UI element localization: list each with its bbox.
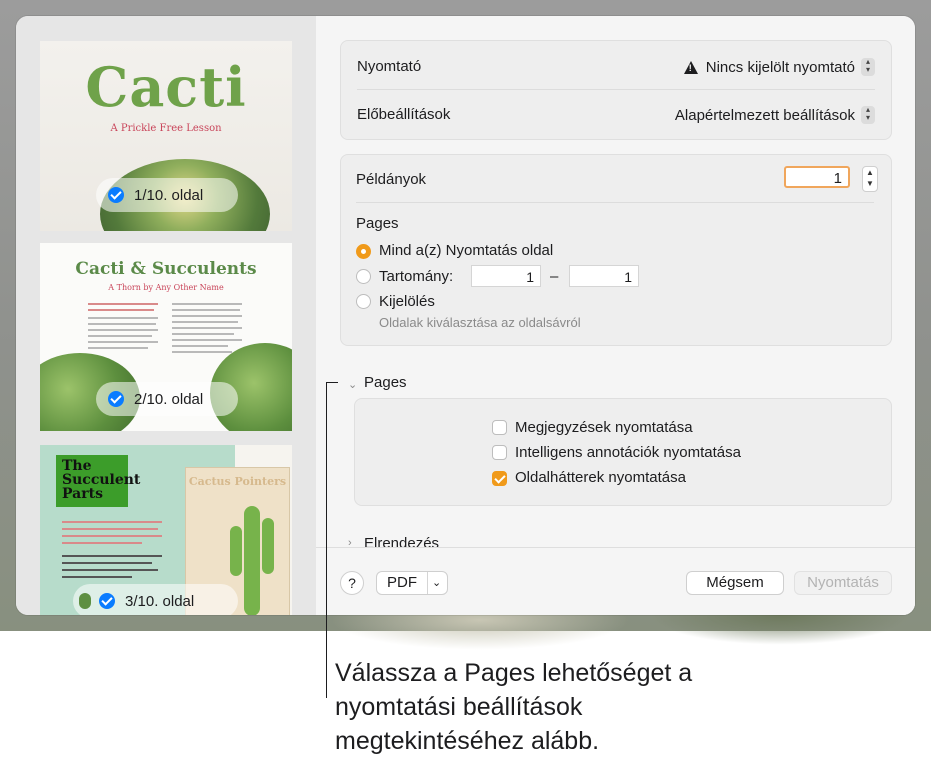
pages-heading: Pages xyxy=(356,215,399,232)
text-line xyxy=(172,351,232,353)
page-label: 3/10. oldal xyxy=(125,592,195,610)
copies-input[interactable]: 1 xyxy=(784,166,850,188)
printer-card: Nyomtató Nincs kijelölt nyomtató ▴▾ Előb… xyxy=(340,40,892,140)
chevron-down-icon[interactable]: ⌄ xyxy=(348,378,357,391)
page-thumbnail-2[interactable]: Cacti & Succulents A Thorn by Any Other … xyxy=(40,243,292,431)
cactus-illustration xyxy=(244,506,260,615)
divider xyxy=(427,572,428,594)
callout-text: Válassza a Pages lehetőséget a nyomtatás… xyxy=(335,659,693,755)
page-thumbnails-sidebar[interactable]: Cacti A Prickle Free Lesson 1/10. oldal … xyxy=(16,16,316,615)
poster-title: Cactus Pointers xyxy=(188,475,287,488)
presets-value: Alapértelmezett beállítások xyxy=(674,106,855,124)
text-line xyxy=(62,521,162,523)
stepper-down-icon[interactable]: ▼ xyxy=(863,178,877,189)
range-dash: – xyxy=(550,268,559,285)
text-line xyxy=(172,315,242,317)
text-line xyxy=(172,327,242,329)
text-line xyxy=(88,347,148,349)
text-line xyxy=(88,303,158,305)
pages-selection-radio[interactable] xyxy=(356,294,371,309)
checkmark-icon xyxy=(108,187,124,203)
checkmark-icon xyxy=(108,391,124,407)
page-selection-pill[interactable]: 3/10. oldal xyxy=(73,584,238,615)
page-thumbnail-1[interactable]: Cacti A Prickle Free Lesson 1/10. oldal xyxy=(40,41,292,231)
text-line xyxy=(172,309,240,311)
text-line xyxy=(172,339,242,341)
pages-all-radio[interactable] xyxy=(356,244,371,259)
print-dialog: Cacti A Prickle Free Lesson 1/10. oldal … xyxy=(16,16,915,615)
checkmark-icon xyxy=(99,593,115,609)
print-settings-panel: Nyomtató Nincs kijelölt nyomtató ▴▾ Előb… xyxy=(316,16,915,615)
text-line xyxy=(88,329,158,331)
presets-label: Előbeállítások xyxy=(357,106,451,123)
thumbnail-subtitle: A Thorn by Any Other Name xyxy=(108,283,224,292)
dialog-footer: ? PDF ⌄ Mégsem Nyomtatás xyxy=(316,547,915,615)
pages-section-heading[interactable]: Pages xyxy=(364,374,407,391)
text-line xyxy=(88,317,158,319)
copies-label: Példányok xyxy=(356,171,427,188)
warning-icon xyxy=(683,60,698,74)
text-line xyxy=(62,576,132,578)
updown-chevron-icon: ▴ ▾ xyxy=(861,106,875,124)
thumbnail-title-box: The Succulent Parts xyxy=(56,455,140,507)
print-comments-checkbox[interactable] xyxy=(492,420,507,435)
range-from-input[interactable]: 1 xyxy=(471,265,541,287)
print-smart-annotations-checkbox[interactable] xyxy=(492,445,507,460)
text-line xyxy=(88,341,158,343)
print-comments-label: Megjegyzések nyomtatása xyxy=(515,419,693,436)
printer-value: Nincs kijelölt nyomtató xyxy=(705,58,855,76)
divider xyxy=(356,202,874,203)
callout-line xyxy=(326,382,338,383)
presets-popup[interactable]: Alapértelmezett beállítások ▴ ▾ xyxy=(675,106,875,124)
text-line xyxy=(62,562,152,564)
page-label: 1/10. oldal xyxy=(134,186,204,204)
text-line xyxy=(172,345,228,347)
divider xyxy=(357,89,875,90)
stepper-up-icon[interactable]: ▲ xyxy=(863,167,877,178)
text-line xyxy=(62,528,158,530)
text-line xyxy=(172,321,238,323)
cactus-icon xyxy=(79,593,91,609)
print-backgrounds-checkbox[interactable] xyxy=(492,471,507,486)
text-line xyxy=(62,569,158,571)
copies-stepper[interactable]: ▲ ▼ xyxy=(862,166,878,192)
cactus-illustration xyxy=(230,526,242,576)
text-line xyxy=(62,555,162,557)
page-selection-pill[interactable]: 2/10. oldal xyxy=(96,382,238,416)
text-line xyxy=(88,323,156,325)
print-button[interactable]: Nyomtatás xyxy=(794,571,892,595)
thumbnail-subtitle: A Prickle Free Lesson xyxy=(110,123,222,134)
text-line xyxy=(172,333,234,335)
cancel-button[interactable]: Mégsem xyxy=(686,571,784,595)
text-line xyxy=(172,303,242,305)
pdf-menu-button[interactable]: PDF ⌄ xyxy=(376,571,448,595)
print-backgrounds-label: Oldalhátterek nyomtatása xyxy=(515,469,686,486)
text-line xyxy=(88,309,154,311)
pages-selection-label: Kijelölés xyxy=(379,293,435,310)
printer-label: Nyomtató xyxy=(357,58,422,75)
range-to-input[interactable]: 1 xyxy=(569,265,639,287)
help-button[interactable]: ? xyxy=(340,571,364,595)
pages-range-label: Tartomány: xyxy=(379,268,454,285)
page-thumbnail-3[interactable]: The Succulent Parts Cactus Pointers 3/10… xyxy=(40,445,292,615)
cactus-illustration xyxy=(262,518,274,574)
chevron-down-icon: ⌄ xyxy=(432,577,442,589)
pdf-label: PDF xyxy=(387,574,417,591)
thumbnail-title: Cacti & Succulents xyxy=(75,259,257,279)
page-label: 2/10. oldal xyxy=(134,390,204,408)
pages-all-label: Mind a(z) Nyomtatás oldal xyxy=(379,242,554,259)
printer-popup[interactable]: Nincs kijelölt nyomtató ▴▾ xyxy=(683,58,875,76)
text-line xyxy=(62,535,162,537)
selection-hint: Oldalak kiválasztása az oldalsávról xyxy=(379,315,581,330)
updown-chevron-icon: ▴ ▾ xyxy=(861,58,875,76)
callout-line xyxy=(326,382,327,698)
thumbnail-title: The Succulent Parts xyxy=(62,458,141,502)
text-line xyxy=(62,542,142,544)
print-smart-annotations-label: Intelligens annotációk nyomtatása xyxy=(515,444,741,461)
thumbnail-title: Cacti xyxy=(85,55,247,119)
pages-range-radio[interactable] xyxy=(356,269,371,284)
text-line xyxy=(88,335,152,337)
page-selection-pill[interactable]: 1/10. oldal xyxy=(96,178,238,212)
